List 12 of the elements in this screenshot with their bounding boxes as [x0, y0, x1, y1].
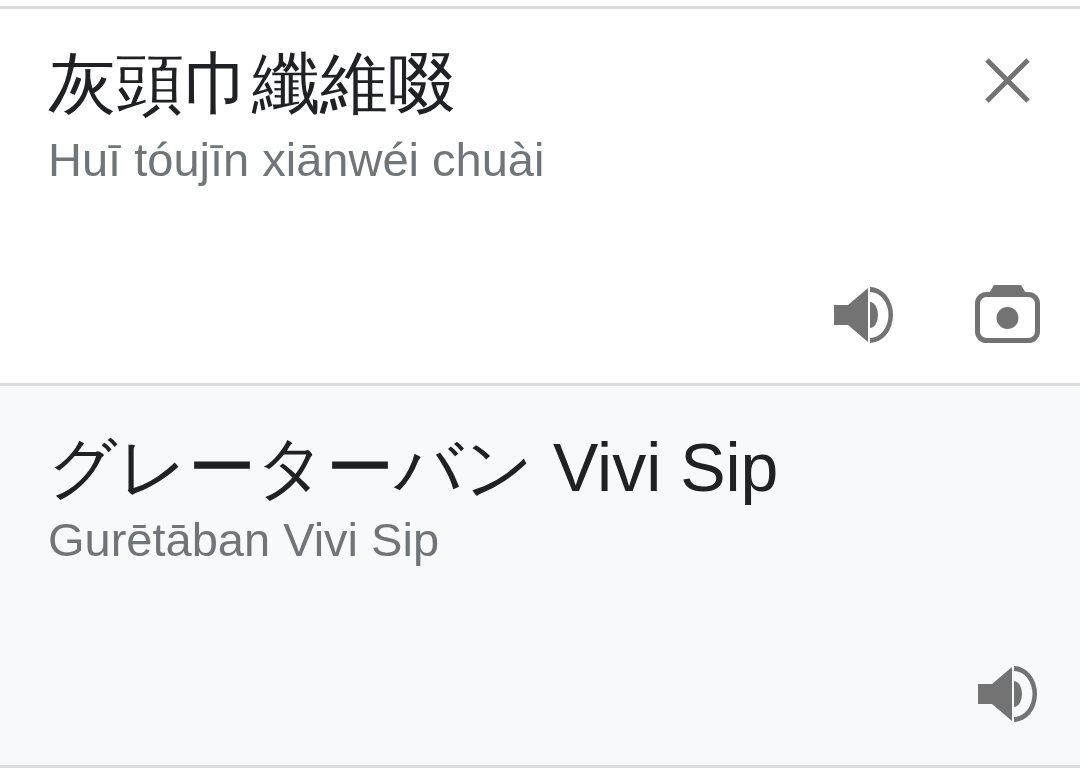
- close-button[interactable]: [985, 58, 1030, 103]
- close-icon: [985, 58, 1030, 103]
- speaker-button[interactable]: [978, 666, 1037, 722]
- source-text: 灰頭巾纖維啜: [48, 44, 456, 123]
- camera-button[interactable]: [975, 285, 1040, 343]
- speaker-icon: [978, 666, 1037, 722]
- translation-romanization: Gurētāban Vivi Sip: [48, 513, 440, 567]
- speaker-button[interactable]: [834, 287, 893, 343]
- camera-icon: [975, 285, 1040, 343]
- source-romanization: Huī tóujīn xiānwéi chuài: [48, 133, 545, 187]
- speaker-icon: [834, 287, 893, 343]
- translation-text: グレーターバン Vivi Sip: [48, 428, 779, 507]
